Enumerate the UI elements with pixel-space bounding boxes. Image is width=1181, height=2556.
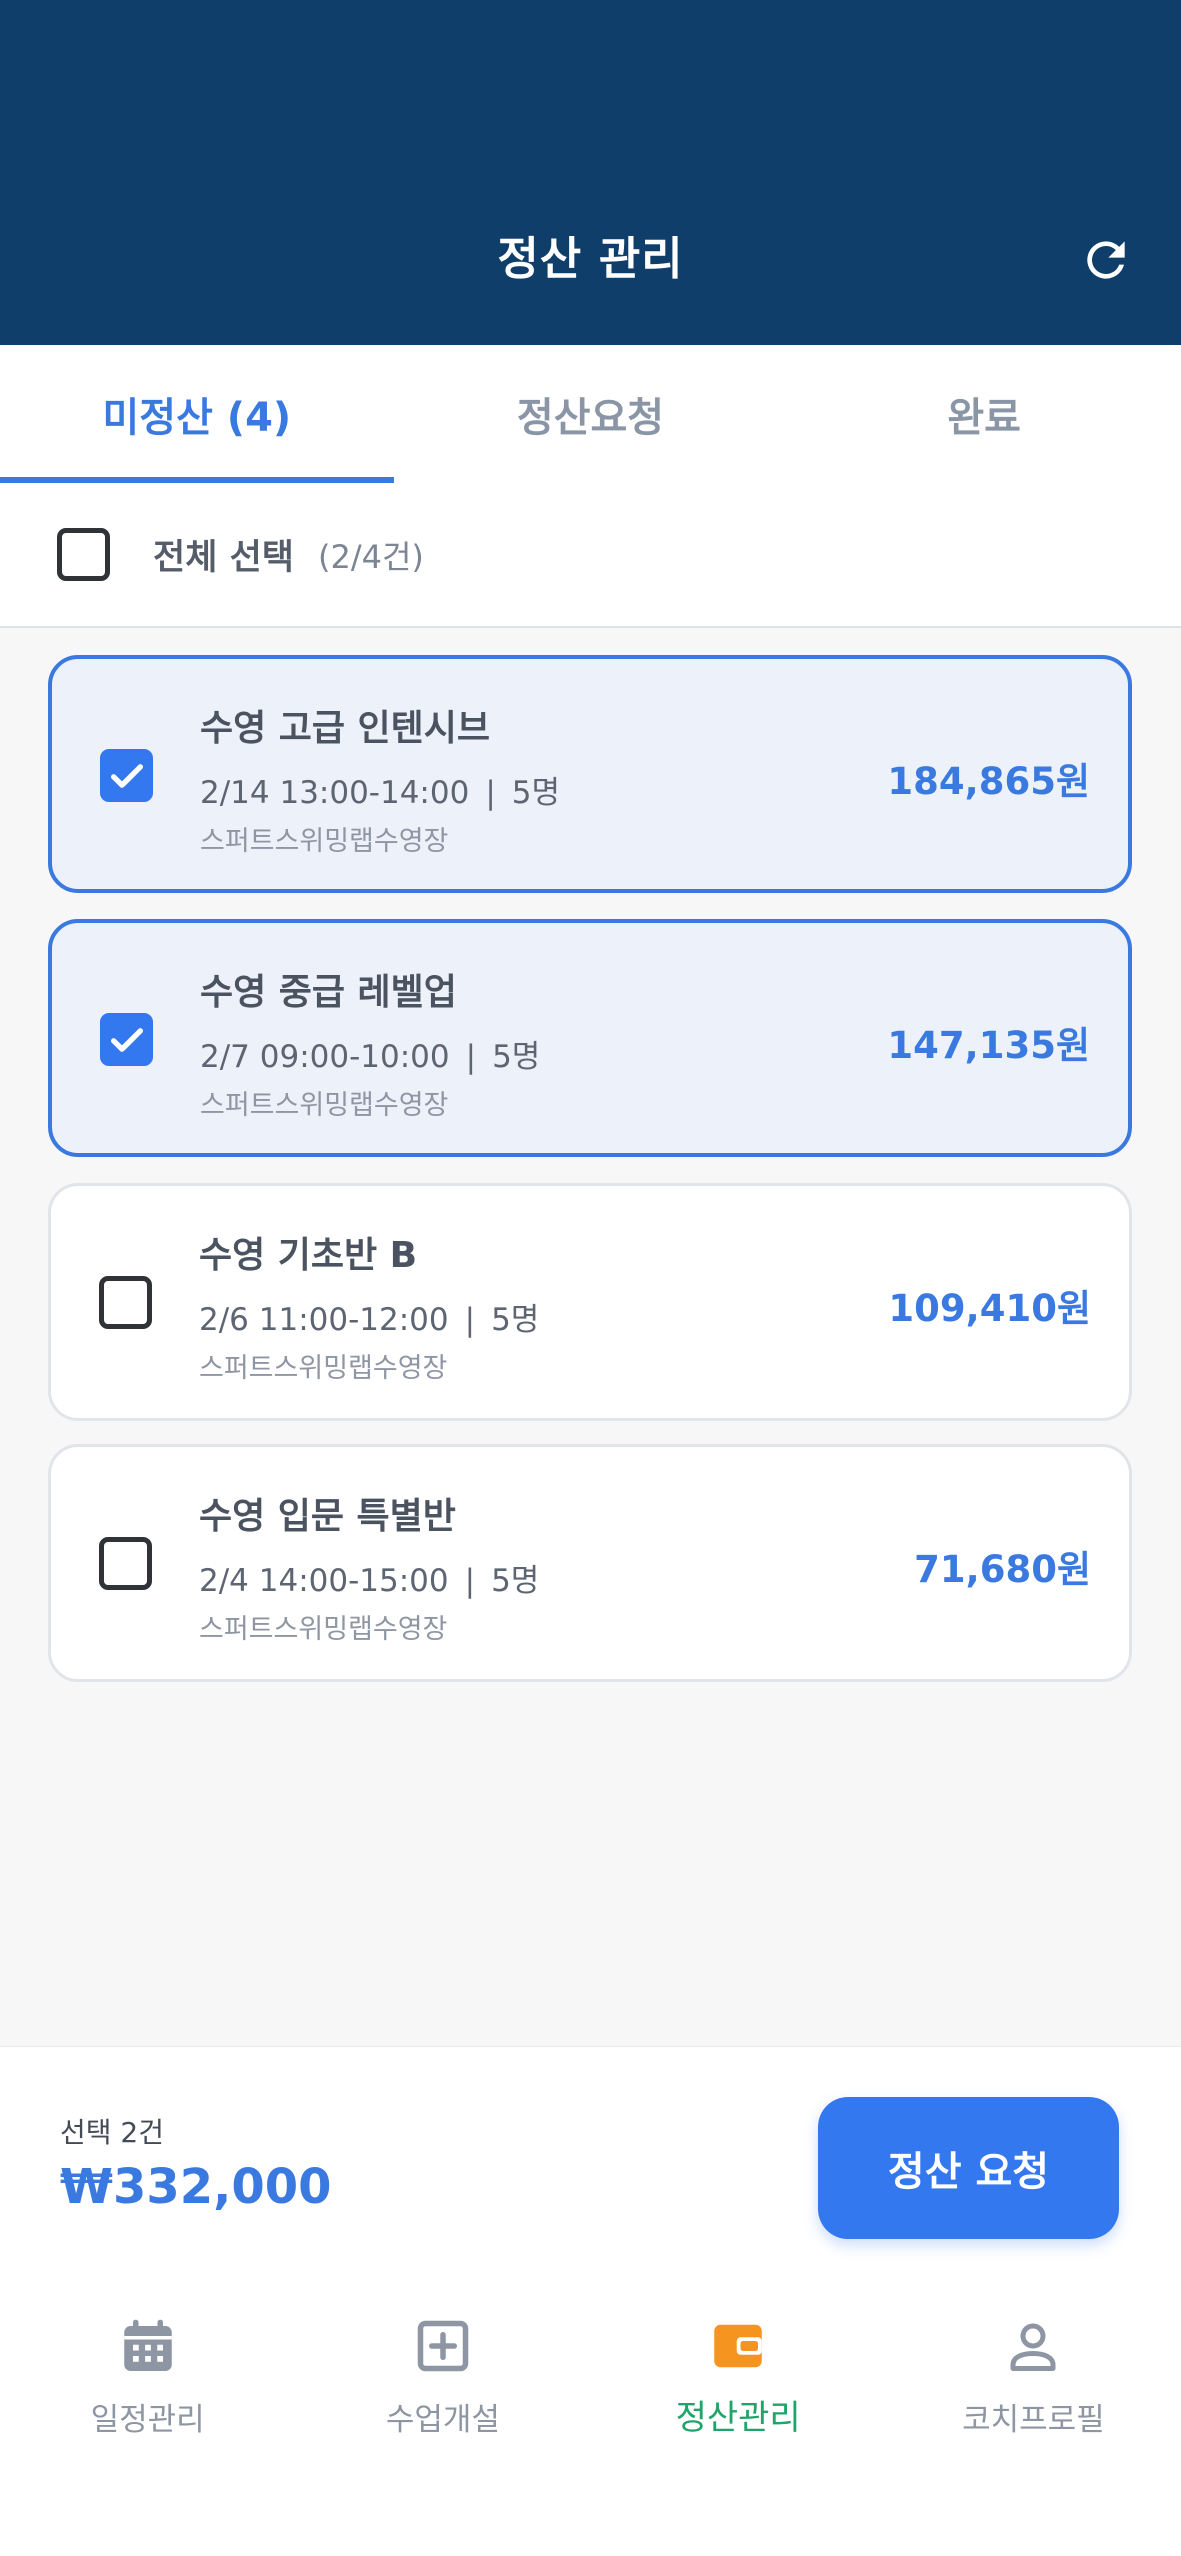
select-all-label: 전체 선택 [153,538,294,578]
item-checkbox[interactable] [99,1537,152,1590]
class-meta: 2/4 14:00-15:00 | 5명 [199,1555,539,1600]
settlement-card[interactable]: 수영 입문 특별반 2/4 14:00-15:00 | 5명 스퍼트스위밍랩수영장 … [48,1444,1132,1682]
class-venue: 스퍼트스위밍랩수영장 [200,826,449,857]
nav-label: 일정관리 [90,2402,205,2438]
settlement-card[interactable]: 수영 고급 인텐시브 2/14 13:00-14:00 | 5명 스퍼트스위밍랩수영… [48,655,1132,893]
class-datetime: 2/4 14:00-15:00 [199,1563,449,1599]
selected-total: ₩332,000 [60,2159,332,2215]
nav-label: 수업개설 [385,2402,500,2438]
class-meta: 2/7 09:00-10:00 | 5명 [200,1031,540,1076]
nav-item-coach-profile[interactable]: 코치프로필 [886,2286,1181,2556]
settlement-tabs: 미정산 (4) 정산요청 완료 [0,345,1181,483]
class-people: 5명 [491,1302,540,1338]
settlement-card[interactable]: 수영 기초반 B 2/6 11:00-12:00 | 5명 스퍼트스위밍랩수영장 1… [48,1183,1132,1421]
class-datetime: 2/7 09:00-10:00 [200,1039,450,1075]
class-title: 수영 중급 레벨업 [200,972,457,1013]
selected-count: 선택 2건 [60,2116,164,2149]
separator: | [464,1302,476,1338]
item-checkbox[interactable] [100,1013,153,1066]
class-title: 수영 기초반 B [199,1235,418,1276]
class-amount: 71,680원 [914,1548,1091,1591]
selection-summary: 선택 2건 ₩332,000 정산 요청 [0,2046,1181,2286]
select-all-checkbox[interactable] [57,528,110,581]
request-settlement-button[interactable]: 정산 요청 [818,2097,1119,2239]
nav-label: 코치프로필 [962,2402,1105,2438]
class-people: 5명 [492,1039,541,1075]
separator: | [465,1039,477,1075]
app-header: 정산 관리 [0,0,1181,345]
tab-unsettled[interactable]: 미정산 (4) [0,345,394,483]
class-meta: 2/14 13:00-14:00 | 5명 [200,767,560,812]
class-datetime: 2/14 13:00-14:00 [200,775,470,811]
plus-square-icon [411,2314,475,2378]
class-amount: 184,865원 [887,760,1090,803]
tab-requested[interactable]: 정산요청 [394,345,788,483]
page-title: 정산 관리 [497,232,684,285]
class-meta: 2/6 11:00-12:00 | 5명 [199,1294,539,1339]
select-all-row: 전체 선택 (2/4건) [0,483,1181,628]
class-datetime: 2/6 11:00-12:00 [199,1302,449,1338]
nav-item-settlement[interactable]: 정산관리 [591,2286,886,2556]
wallet-icon [706,2314,770,2378]
class-people: 5명 [511,775,561,811]
item-checkbox[interactable] [100,749,153,802]
bottom-nav: 일정관리 수업개설 정산관리 코치프로필 [0,2286,1181,2556]
separator: | [485,775,496,811]
person-icon [1001,2314,1065,2378]
class-amount: 109,410원 [888,1287,1091,1330]
tab-completed[interactable]: 완료 [787,345,1181,483]
check-icon [110,1027,143,1052]
separator: | [464,1563,476,1599]
settlement-card[interactable]: 수영 중급 레벨업 2/7 09:00-10:00 | 5명 스퍼트스위밍랩수영장 … [48,919,1132,1157]
refresh-icon [1087,241,1125,279]
class-people: 5명 [491,1563,540,1599]
class-amount: 147,135원 [887,1024,1090,1067]
class-title: 수영 고급 인텐시브 [200,708,491,749]
check-icon [110,763,143,788]
class-venue: 스퍼트스위밍랩수영장 [199,1353,448,1384]
selection-count: (2/4건) [318,537,424,576]
nav-item-create-class[interactable]: 수업개설 [295,2286,590,2556]
class-venue: 스퍼트스위밍랩수영장 [200,1090,449,1121]
refresh-button[interactable] [1078,232,1134,288]
class-title: 수영 입문 특별반 [199,1496,456,1537]
class-venue: 스퍼트스위밍랩수영장 [199,1614,448,1645]
item-checkbox[interactable] [99,1276,152,1329]
nav-item-schedule[interactable]: 일정관리 [0,2286,295,2556]
nav-label: 정산관리 [675,2398,801,2438]
calendar-icon [116,2314,180,2378]
